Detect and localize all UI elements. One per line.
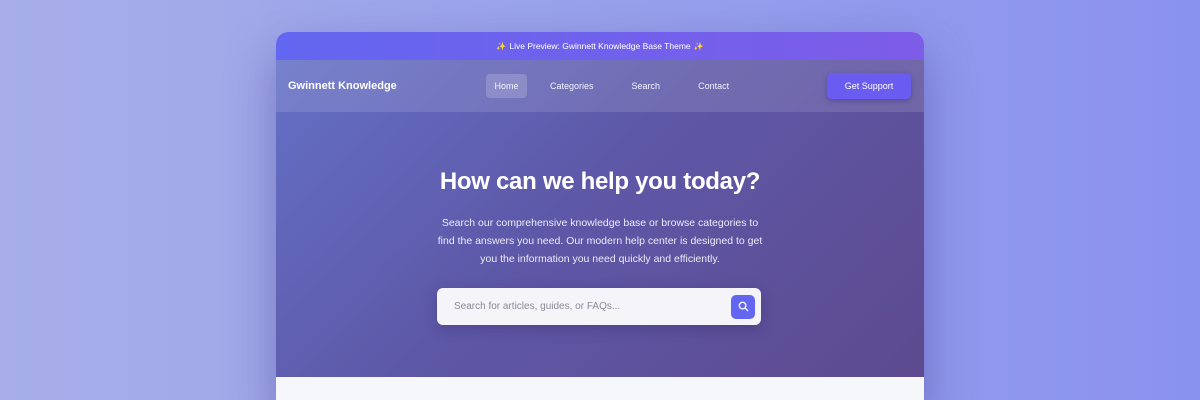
hero-subtitle: Search our comprehensive knowledge base … <box>437 217 763 265</box>
nav-links: Home Categories Search Contact <box>486 74 744 98</box>
sparkle-icon: ✨ <box>496 41 507 51</box>
search-button[interactable] <box>731 294 755 319</box>
hero-section: Gwinnett Knowledge Home Categories Searc… <box>276 60 924 377</box>
site-brand[interactable]: Gwinnett Knowledge <box>288 80 488 92</box>
top-navbar: Gwinnett Knowledge Home Categories Searc… <box>276 60 924 112</box>
get-support-button[interactable]: Get Support <box>827 73 911 99</box>
nav-link-home[interactable]: Home <box>486 74 528 98</box>
live-preview-banner: ✨ Live Preview: Gwinnett Knowledge Base … <box>276 32 924 60</box>
browser-preview-window: ✨ Live Preview: Gwinnett Knowledge Base … <box>276 32 924 400</box>
live-preview-text: Live Preview: Gwinnett Knowledge Base Th… <box>509 41 691 51</box>
search-bar <box>437 288 761 325</box>
search-input[interactable] <box>454 301 731 312</box>
nav-link-search[interactable]: Search <box>617 74 676 98</box>
nav-link-categories[interactable]: Categories <box>535 74 609 98</box>
sparkle-icon: ✨ <box>693 41 704 51</box>
page-content-area <box>276 377 924 400</box>
nav-link-contact[interactable]: Contact <box>683 74 744 98</box>
search-icon <box>738 301 749 312</box>
hero-title: How can we help you today? <box>439 168 761 195</box>
